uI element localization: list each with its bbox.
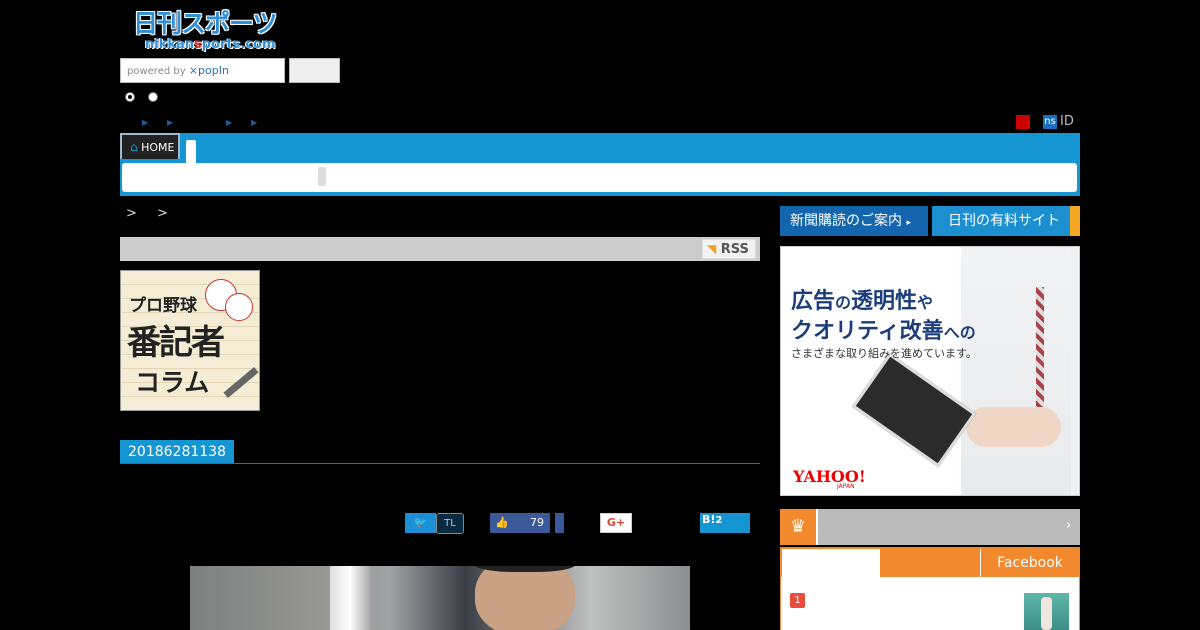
hatena-bookmark-button[interactable]: B!2 [700,513,750,533]
rss-button[interactable]: ◥ RSS [702,239,756,259]
ad-arm [966,407,1061,447]
rss-label: RSS [720,242,749,257]
twitter-timeline-button[interactable]: TL [436,513,464,534]
ad-tie [1036,287,1044,417]
sub-nav-handle[interactable] [318,167,326,186]
red-square-icon[interactable] [1016,115,1030,129]
paid-sites-label: 日刊の有料サイト [948,213,1060,229]
ranking-header[interactable] [780,509,1080,545]
ranking-more-arrow[interactable]: › [1066,518,1071,533]
ad-subtext: さまざまな取り組みを進めています。 [791,347,977,360]
nav-active-tab[interactable] [186,140,196,163]
column-banner[interactable]: プロ野球 番記者 コラム [120,270,260,411]
caret-right-icon: ▸ [906,218,911,228]
search-scope-radio-web[interactable] [148,92,158,102]
ranking-tab-facebook[interactable]: Facebook [980,549,1079,577]
facebook-share-button[interactable] [555,513,564,533]
rss-icon: ◥ [707,242,717,256]
newspaper-subscription-button[interactable]: 新聞購読のご案内 ▸ [780,206,928,236]
twitter-icon: 🐦 [413,516,428,529]
hatena-label: B! [702,513,716,526]
twitter-share-button[interactable]: 🐦 [405,513,436,533]
baseball-icon [225,293,253,321]
nav-arrow-icon[interactable]: ▶ [226,118,232,127]
photo-subject [475,566,575,630]
banner-line-1: プロ野球 [129,296,197,316]
banner-line-2: 番記者 [127,323,225,363]
article-photo [190,566,690,630]
home-icon: ⌂ [130,140,138,154]
date-divider [120,463,760,464]
id-login-link[interactable]: ID [1060,114,1074,129]
ranking-number-badge: 1 [790,593,805,608]
article-date-badge: 20186281138 [120,440,234,464]
ranking-medal-icon: ♛ [780,509,818,545]
sub-nav-bar [122,163,1077,192]
search-placeholder: powered by [127,66,189,77]
photo-background-pole [330,566,370,630]
search-input[interactable]: powered by ⨯popIn [120,58,285,83]
like-count: 79 [530,516,544,529]
logo-english: nikkansports.com [145,37,276,52]
nav-arrow-icon[interactable]: ▶ [142,118,148,127]
ad-person-figure [961,247,1071,495]
banner-line-3: コラム [135,368,210,397]
caret-right-icon [1070,206,1080,236]
hatena-count: 2 [715,515,723,526]
google-plus-button[interactable]: G+ [600,513,632,533]
nav-arrow-icon[interactable]: ▶ [251,118,257,127]
home-label: HOME [141,141,175,154]
ad-headline-2: クオリティ改善への [791,319,976,344]
ad-headline-1: 広告の透明性や [791,289,934,314]
breadcrumb: > > [126,206,176,221]
facebook-like-button[interactable]: 👍 79 [490,513,550,533]
subscription-label: 新聞購読のご案内 [790,213,902,229]
search-scope-radio-site[interactable] [125,92,135,102]
logo-japanese: 日刊スポーツ [133,9,278,38]
ranking-tab-active[interactable] [782,549,880,577]
advertisement-banner[interactable]: 広告の透明性や クオリティ改善への さまざまな取り組みを進めています。 YAHO… [780,246,1080,496]
thumbs-up-icon: 👍 [495,516,509,529]
paid-sites-button[interactable]: 日刊の有料サイト [932,206,1080,236]
section-header-bar [120,237,760,261]
search-button[interactable] [289,58,340,83]
popin-brand: ⨯popIn [188,64,229,77]
tablet-icon [851,352,977,468]
nav-arrow-icon[interactable]: ▶ [167,118,173,127]
ranking-thumbnail[interactable] [1024,593,1069,630]
site-logo[interactable]: 日刊スポーツ nikkansports.com [133,10,287,56]
yahoo-japan-sub: JAPAN [837,483,855,490]
nav-home-tab[interactable]: ⌂ HOME [120,133,180,159]
ns-badge[interactable]: ns [1043,115,1057,129]
